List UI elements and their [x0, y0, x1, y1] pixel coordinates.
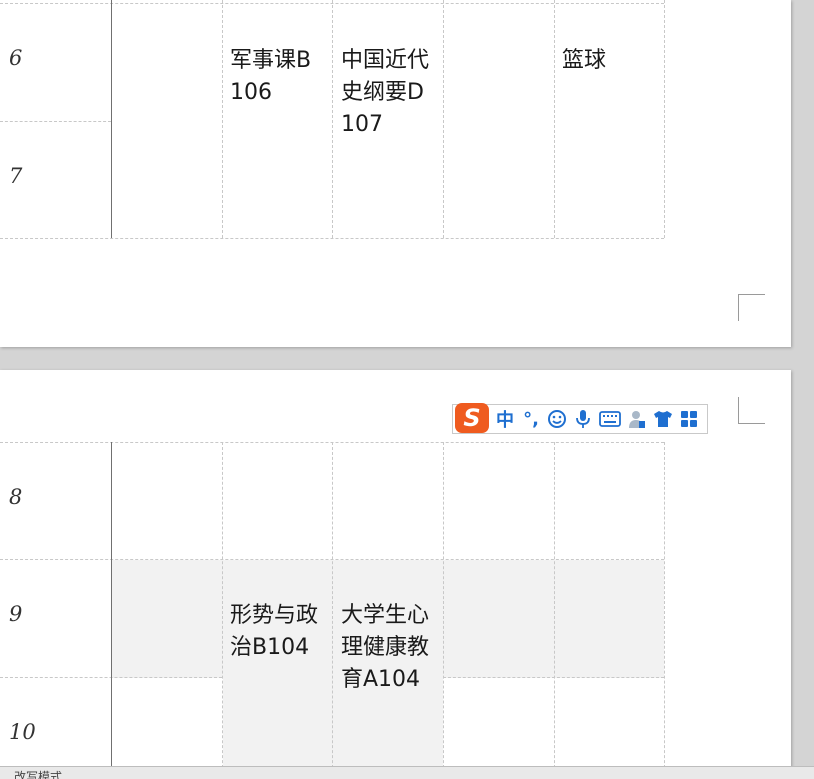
shirt-icon[interactable] [653, 410, 673, 428]
table-cell[interactable]: 中国近代史纲要D107 [333, 3, 444, 239]
course-text: 篮球 [562, 48, 607, 73]
table-cell[interactable]: 大学生心理健康教育A104 [333, 560, 444, 778]
smiley-icon[interactable] [547, 409, 567, 429]
ime-toolbar[interactable]: S 中 °, [452, 402, 708, 434]
user-icon[interactable] [627, 409, 647, 429]
ime-mode-toggle[interactable]: 中 [495, 406, 515, 432]
table-row-divider [0, 121, 111, 122]
page-corner-mark [738, 294, 765, 321]
table-column-divider [111, 442, 112, 778]
table-cell[interactable]: 篮球 [554, 3, 665, 239]
table-column-divider [111, 0, 112, 238]
table-column-divider [554, 442, 555, 778]
microphone-icon[interactable] [573, 409, 593, 429]
row-number: 9 [9, 602, 23, 626]
course-text: 军事课B106 [230, 48, 312, 105]
grid-icon[interactable] [679, 410, 699, 428]
page-corner-mark [738, 397, 765, 424]
scrollbar-track[interactable] [800, 0, 814, 778]
row-number: 8 [9, 485, 23, 509]
row-number: 7 [9, 164, 23, 188]
table-cell[interactable]: 军事课B106 [222, 3, 333, 239]
course-text: 大学生心理健康教育A104 [341, 603, 430, 692]
row-number: 6 [9, 46, 23, 70]
status-bar: 改写模式 [0, 766, 814, 779]
sogou-logo-icon[interactable]: S [455, 402, 489, 433]
course-text: 形势与政治B104 [230, 603, 319, 660]
document-page-1: 6 7 军事课B106 中国近代史纲要D107 篮球 [0, 0, 791, 347]
course-text: 中国近代史纲要D107 [341, 48, 430, 137]
table-column-divider [664, 442, 665, 778]
row-number: 10 [9, 720, 36, 744]
keyboard-icon[interactable] [599, 411, 621, 427]
table-cell[interactable]: 形势与政治B104 [222, 560, 333, 778]
punctuation-toggle[interactable]: °, [521, 409, 541, 430]
